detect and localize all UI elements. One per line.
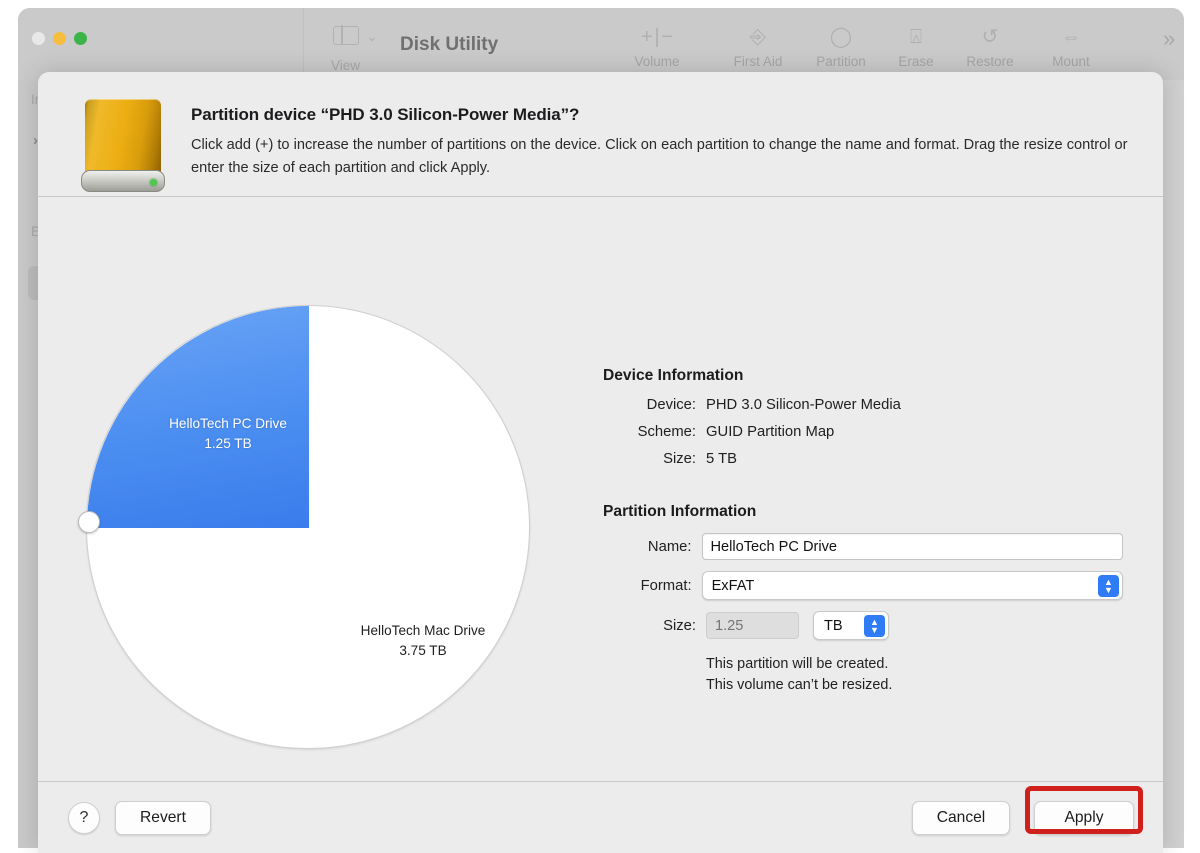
cancel-button[interactable]: Cancel bbox=[912, 801, 1010, 835]
toolbar-label-first-aid: First Aid bbox=[733, 54, 783, 69]
zoom-button-icon[interactable] bbox=[74, 32, 87, 45]
toolbar-label-erase: Erase bbox=[898, 54, 934, 69]
dialog-description: Click add (+) to increase the number of … bbox=[191, 137, 1128, 176]
help-button[interactable]: ? bbox=[68, 802, 100, 834]
device-row: Device: PHD 3.0 Silicon-Power Media bbox=[603, 397, 1123, 413]
pie-label-pc-drive: HelloTech PC Drive 1.25 TB bbox=[128, 414, 328, 454]
partition-notes: This partition will be created. This vol… bbox=[706, 654, 1123, 696]
note-line-1: This partition will be created. bbox=[706, 656, 889, 672]
toolbar-item-volume[interactable]: + | − Volume bbox=[618, 22, 696, 69]
minimize-button-icon[interactable] bbox=[53, 32, 66, 45]
device-size-row: Size: 5 TB bbox=[603, 451, 1123, 467]
drive-body-shape bbox=[85, 99, 161, 174]
format-row: Format: ExFAT ▲ ▼ bbox=[603, 571, 1123, 600]
chevron-down-glyph: ▼ bbox=[1104, 585, 1113, 595]
window-titlebar: ⌄ View Disk Utility + | − Volume ⎆ First… bbox=[18, 8, 1184, 80]
name-label: Name: bbox=[647, 538, 692, 555]
size-unit-value: TB bbox=[824, 617, 843, 634]
app-title: Disk Utility bbox=[400, 34, 499, 55]
toolbar-label-restore: Restore bbox=[966, 54, 1014, 69]
view-toolbar-label: View bbox=[331, 58, 361, 73]
device-label: Device: bbox=[646, 397, 696, 413]
sidebar-toggle-icon[interactable] bbox=[333, 25, 359, 45]
chevron-down-icon[interactable]: ⌄ bbox=[366, 28, 378, 45]
scheme-value: GUID Partition Map bbox=[706, 424, 835, 440]
dialog-footer: ? Revert Cancel Apply bbox=[38, 781, 1163, 853]
device-size-value: 5 TB bbox=[706, 451, 737, 467]
toolbar-label-volume: Volume bbox=[634, 54, 680, 69]
device-information-title: Device Information bbox=[603, 367, 744, 384]
size-label: Size: bbox=[663, 617, 696, 634]
device-size-label: Size: bbox=[663, 451, 696, 467]
dialog-header: Partition device “PHD 3.0 Silicon-Power … bbox=[38, 72, 1163, 196]
toolbar-divider bbox=[303, 8, 304, 80]
toolbar-item-restore[interactable]: ↺ Restore bbox=[950, 22, 1030, 69]
partition-pie-chart[interactable]: HelloTech PC Drive 1.25 TB HelloTech Mac… bbox=[78, 297, 538, 757]
external-hard-drive-icon bbox=[81, 99, 165, 192]
revert-button[interactable]: Revert bbox=[115, 801, 211, 835]
toolbar-item-first-aid[interactable]: ⎆ First Aid bbox=[716, 22, 800, 69]
drive-led-icon bbox=[150, 179, 157, 186]
partition-size-input[interactable] bbox=[706, 612, 799, 639]
apply-button[interactable]: Apply bbox=[1034, 801, 1134, 835]
toolbar-item-erase[interactable]: ⍓ Erase bbox=[882, 22, 950, 69]
name-row: Name: bbox=[603, 533, 1123, 560]
scheme-label: Scheme: bbox=[637, 424, 696, 440]
chevron-down-glyph-unit: ▼ bbox=[870, 625, 879, 635]
stethoscope-icon: ⎆ bbox=[750, 26, 766, 48]
eraser-icon: ⍓ bbox=[910, 26, 922, 48]
toolbar-overflow-icon[interactable]: » bbox=[1163, 26, 1175, 52]
format-label: Format: bbox=[640, 577, 692, 594]
drive-base-shape bbox=[81, 170, 165, 192]
size-unit-select[interactable]: TB ▲ ▼ bbox=[813, 611, 889, 640]
window-controls[interactable] bbox=[32, 32, 87, 45]
partition-dialog: Partition device “PHD 3.0 Silicon-Power … bbox=[38, 72, 1163, 853]
size-row: Size: TB ▲ ▼ bbox=[603, 611, 1123, 640]
undo-arrow-icon: ↺ bbox=[981, 26, 999, 48]
dialog-body: HelloTech PC Drive 1.25 TB HelloTech Mac… bbox=[38, 197, 1163, 781]
chevron-updown-icon[interactable]: ▲ ▼ bbox=[1098, 575, 1119, 597]
pie-label-pc-drive-name: HelloTech PC Drive bbox=[169, 416, 287, 431]
toolbar-label-partition: Partition bbox=[816, 54, 866, 69]
pie-label-mac-drive-name: HelloTech Mac Drive bbox=[360, 623, 486, 638]
partition-resize-handle[interactable] bbox=[78, 511, 100, 533]
pie-label-mac-drive: HelloTech Mac Drive 3.75 TB bbox=[323, 621, 523, 661]
screen: ⌄ View Disk Utility + | − Volume ⎆ First… bbox=[0, 0, 1200, 853]
format-selected-value: ExFAT bbox=[711, 577, 755, 594]
eject-mount-icon: ⇔ bbox=[1061, 26, 1081, 48]
toolbar-label-mount: Mount bbox=[1052, 54, 1090, 69]
close-button-icon[interactable] bbox=[32, 32, 45, 45]
note-line-2: This volume can’t be resized. bbox=[706, 677, 893, 693]
scheme-row: Scheme: GUID Partition Map bbox=[603, 424, 1123, 440]
partition-name-input[interactable] bbox=[701, 533, 1123, 560]
pie-label-mac-drive-size: 3.75 TB bbox=[399, 643, 447, 658]
device-value: PHD 3.0 Silicon-Power Media bbox=[706, 397, 901, 413]
pie-chart-icon: ◯ bbox=[829, 26, 853, 48]
toolbar-item-mount[interactable]: ⇔ Mount bbox=[1032, 22, 1110, 69]
plus-minus-icon: + | − bbox=[641, 26, 673, 48]
chevron-updown-icon-unit[interactable]: ▲ ▼ bbox=[864, 615, 885, 637]
format-select[interactable]: ExFAT ▲ ▼ bbox=[701, 571, 1123, 600]
partition-information-title: Partition Information bbox=[603, 503, 757, 520]
toolbar-item-partition[interactable]: ◯ Partition bbox=[800, 22, 882, 69]
dialog-title: Partition device “PHD 3.0 Silicon-Power … bbox=[191, 105, 580, 124]
pie-label-pc-drive-size: 1.25 TB bbox=[204, 436, 252, 451]
information-panel: Device Information Device: PHD 3.0 Silic… bbox=[603, 367, 1123, 696]
